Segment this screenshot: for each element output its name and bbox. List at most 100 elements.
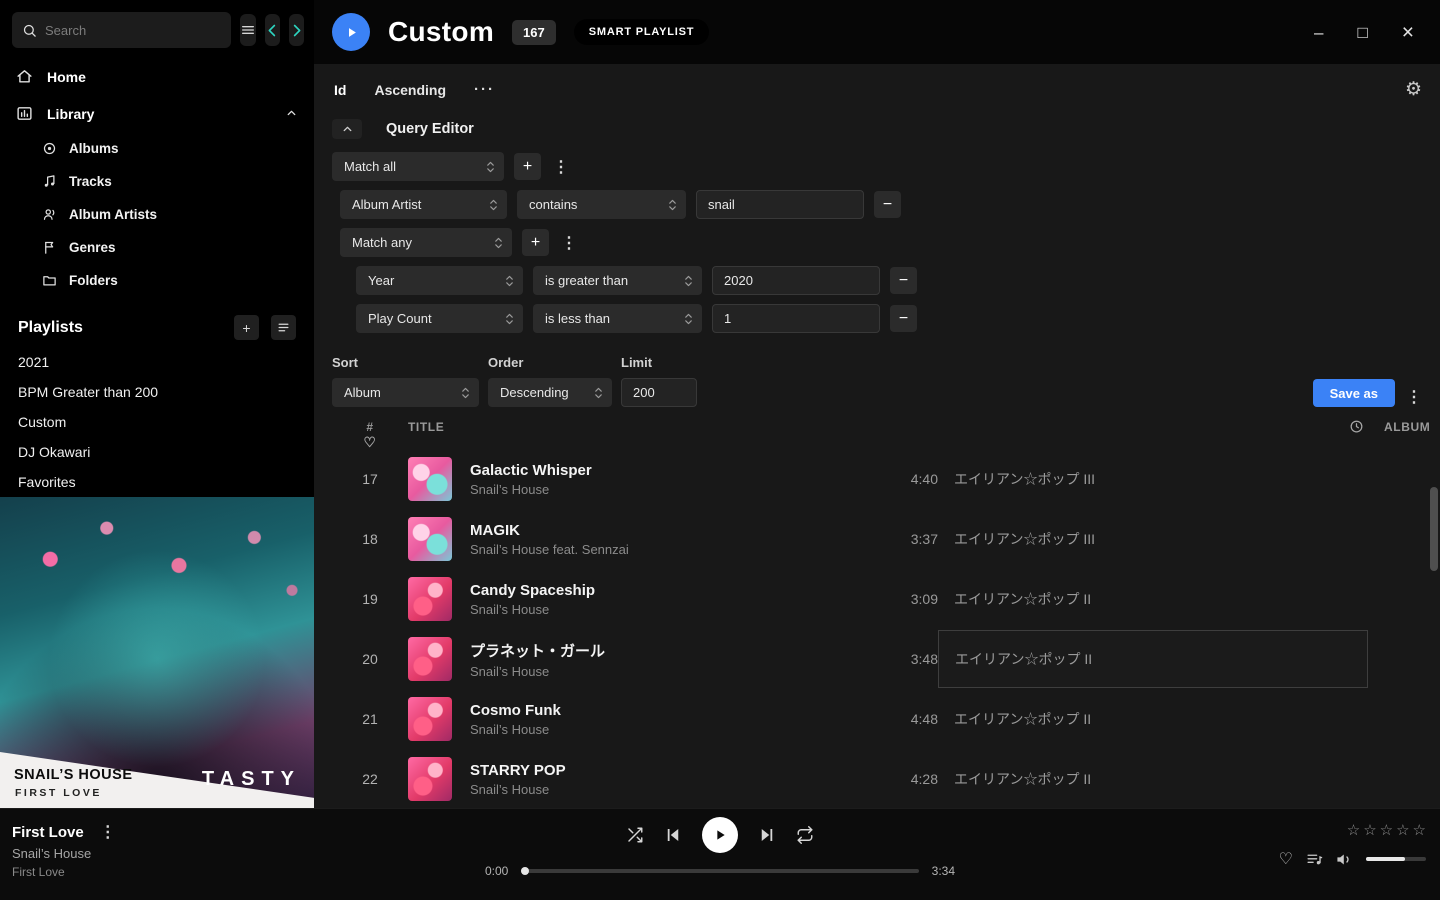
now-playing-options-icon[interactable]: ⋮ [98,822,118,842]
remove-rule-button[interactable]: − [874,191,901,218]
rule-value-input[interactable] [712,266,880,295]
sidebar-item-home[interactable]: Home [0,58,314,95]
settings-gear-icon[interactable]: ⚙ [1405,78,1422,101]
table-row[interactable]: 18 MAGIK Snail’s House feat. Sennzai 3:3… [332,509,1424,569]
repeat-button[interactable] [796,826,814,844]
nav-back-button[interactable] [265,14,280,46]
track-album: エイリアン☆ポップ III [938,529,1368,549]
remove-rule-button[interactable]: − [890,267,917,294]
volume-icon[interactable] [1336,851,1353,868]
collapse-query-editor-button[interactable] [332,119,362,139]
sidebar-item-album-artists[interactable]: Album Artists [0,198,314,231]
rule-field-select[interactable]: Play Count [356,304,523,333]
now-playing-artist[interactable]: Snail’s House [12,846,118,861]
sort-order-limit-row: Sort Album Order Descending [332,355,1424,407]
seek-slider-thumb[interactable] [521,867,529,875]
playlists-title: Playlists [18,319,222,337]
playlist-list-toggle-button[interactable] [271,315,296,340]
order-select[interactable]: Descending [488,378,612,407]
select-value: Play Count [368,311,432,326]
table-row[interactable]: 21 Cosmo Funk Snail’s House 4:48 エイリアン☆ポ… [332,689,1424,749]
play-pause-button[interactable] [702,817,738,853]
window-minimize-button[interactable]: – [1314,24,1323,41]
order-group: Order Descending [488,355,612,407]
select-caret-icon [593,386,604,400]
column-favorite-heart-icon[interactable]: ♡ [363,434,376,451]
sort-label: Sort [332,355,479,370]
now-playing-album[interactable]: First Love [12,865,118,879]
sort-select[interactable]: Album [332,378,479,407]
save-as-button[interactable]: Save as [1313,379,1395,407]
rule-field-select[interactable]: Album Artist [340,190,507,219]
add-rule-button[interactable]: + [522,229,549,256]
volume-slider[interactable] [1366,857,1426,861]
rule-options-icon[interactable]: ⋮ [551,157,571,177]
save-options-icon[interactable]: ⋮ [1404,387,1424,407]
sidebar-item-tracks[interactable]: Tracks [0,165,314,198]
rule-value-input[interactable] [696,190,864,219]
column-album[interactable]: ALBUM [1368,420,1424,434]
window-close-button[interactable]: × [1402,22,1414,43]
now-playing-album-art[interactable]: SNAIL’S HOUSE FIRST LOVE TASTY [0,497,314,808]
select-caret-icon [667,198,678,212]
menu-button[interactable] [240,14,256,46]
rule-field-select[interactable]: Year [356,266,523,295]
add-playlist-button[interactable]: + [234,315,259,340]
seek-slider[interactable] [521,869,918,873]
column-index[interactable]: # [366,420,373,434]
album-disc-icon [42,141,57,156]
playlist-item[interactable]: Custom [0,408,314,438]
now-playing-title[interactable]: First Love [12,824,84,841]
album-art-title: FIRST LOVE [15,787,102,799]
add-rule-button[interactable]: + [514,153,541,180]
query-rule-row: Album Artist contains − [340,190,1424,219]
sidebar-item-folders[interactable]: Folders [0,264,314,297]
rule-operator-select[interactable]: is less than [533,304,702,333]
column-duration-clock-icon[interactable] [1349,419,1364,434]
star-icon[interactable]: ☆ [1396,821,1409,839]
column-title[interactable]: TITLE [408,420,858,434]
rule-operator-select[interactable]: contains [517,190,686,219]
rule-options-icon[interactable]: ⋮ [559,233,579,253]
chevron-up-icon[interactable] [285,107,298,120]
table-row[interactable]: 17 Galactic Whisper Snail’s House 4:40 エ… [332,449,1424,509]
playlist-play-button[interactable] [332,13,370,51]
star-icon[interactable]: ☆ [1347,821,1360,839]
sort-direction-button[interactable]: Ascending [374,82,446,98]
playlist-header: Custom 167 SMART PLAYLIST – □ × [314,0,1440,64]
favorite-heart-icon[interactable]: ♡ [1279,849,1293,869]
table-row[interactable]: 20 プラネット・ガール Snail’s House 3:48 エイリアン☆ポッ… [332,629,1424,689]
scrollbar-thumb[interactable] [1430,487,1438,571]
track-title: Galactic Whisper [470,462,858,479]
table-row[interactable]: 19 Candy Spaceship Snail’s House 3:09 エイ… [332,569,1424,629]
shuffle-button[interactable] [626,826,644,844]
star-icon[interactable]: ☆ [1380,821,1393,839]
playlist-item[interactable]: 2021 [0,348,314,378]
rule-operator-select[interactable]: is greater than [533,266,702,295]
match-any-select[interactable]: Match any [340,228,512,257]
playlist-item[interactable]: DJ Okawari [0,438,314,468]
sort-field-button[interactable]: Id [334,82,346,98]
sidebar-item-albums[interactable]: Albums [0,132,314,165]
search-box[interactable] [12,12,231,48]
table-row[interactable]: 22 STARRY POP Snail’s House 4:28 エイリアン☆ポ… [332,749,1424,808]
queue-icon[interactable] [1306,851,1323,868]
limit-input[interactable] [621,378,697,407]
match-all-select[interactable]: Match all [332,152,504,181]
track-album-focused-cell[interactable]: エイリアン☆ポップ II [938,630,1368,688]
star-icon[interactable]: ☆ [1363,821,1376,839]
sidebar-item-library[interactable]: Library [0,95,314,132]
star-icon[interactable]: ☆ [1413,821,1426,839]
track-artist: Snail’s House feat. Sennzai [470,542,858,557]
remove-rule-button[interactable]: − [890,305,917,332]
playlist-item[interactable]: BPM Greater than 200 [0,378,314,408]
rule-value-input[interactable] [712,304,880,333]
previous-track-button[interactable] [664,826,682,844]
playlist-item[interactable]: Favorites [0,468,314,498]
window-maximize-button[interactable]: □ [1357,24,1367,41]
more-options-icon[interactable]: ··· [474,81,495,98]
search-input[interactable] [45,23,221,38]
sidebar-item-genres[interactable]: Genres [0,231,314,264]
nav-forward-button[interactable] [289,14,304,46]
next-track-button[interactable] [758,826,776,844]
